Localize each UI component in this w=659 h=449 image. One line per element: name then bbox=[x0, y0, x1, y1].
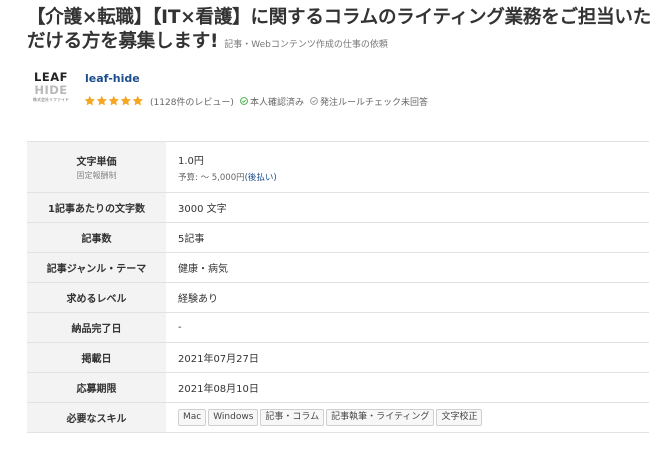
chars-per-article-label: 1記事あたりの文字数 bbox=[27, 192, 166, 223]
skill-tag[interactable]: 記事執筆・ライティング bbox=[326, 409, 435, 426]
postpay-link[interactable]: (後払い) bbox=[245, 173, 277, 183]
rule-check-text: 発注ルールチェック未回答 bbox=[319, 97, 428, 108]
level-label: 求めるレベル bbox=[27, 282, 166, 313]
logo-text-hide: HIDE bbox=[34, 82, 68, 97]
delivery-date-label: 納品完了日 bbox=[27, 312, 166, 343]
chars-per-article-value: 3000 文字 bbox=[166, 192, 649, 223]
article-count-value: 5記事 bbox=[166, 222, 649, 253]
star-icon bbox=[132, 95, 143, 106]
skill-tag[interactable]: 記事・コラム bbox=[260, 409, 325, 426]
level-value: 経験あり bbox=[166, 282, 649, 313]
table-row: 1記事あたりの文字数 3000 文字 bbox=[27, 192, 649, 223]
article-count-label: 記事数 bbox=[27, 222, 166, 253]
table-row: 文字単価 固定報酬制 1.0円 予算: 〜 5,000円(後払い) bbox=[27, 141, 649, 193]
table-row: 求めるレベル 経験あり bbox=[27, 282, 649, 313]
client-logo[interactable]: LEAF HIDE 株式会社リファイド bbox=[29, 70, 73, 110]
logo-text-leaf: LEAF bbox=[34, 70, 68, 84]
table-row: 記事数 5記事 bbox=[27, 222, 649, 253]
budget-line: 予算: 〜 5,000円(後払い) bbox=[178, 171, 649, 183]
delivery-date-value: - bbox=[166, 312, 649, 343]
skill-tag[interactable]: Mac bbox=[178, 409, 207, 426]
posted-date-value: 2021年07月27日 bbox=[166, 342, 649, 373]
logo-company-name: 株式会社リファイド bbox=[33, 97, 69, 102]
posted-date-label: 掲載日 bbox=[27, 342, 166, 373]
review-count-link[interactable]: (1128件のレビュー) bbox=[150, 95, 234, 108]
unit-price-label: 文字単価 bbox=[76, 157, 117, 168]
job-category: 記事・Webコンテンツ作成の仕事の依頼 bbox=[224, 40, 388, 50]
budget-text: 予算: 〜 5,000円 bbox=[178, 172, 245, 183]
unit-price-value: 1.0円 bbox=[178, 155, 204, 167]
row-value: 1.0円 予算: 〜 5,000円(後払い) bbox=[166, 141, 649, 193]
identity-verified-badge: 本人確認済み bbox=[240, 95, 304, 108]
skills-value: Mac Windows 記事・コラム 記事執筆・ライティング 文字校正 bbox=[166, 402, 649, 433]
client-name-link[interactable]: leaf-hide bbox=[85, 72, 140, 85]
rule-check-badge: 発注ルールチェック未回答 bbox=[310, 95, 428, 108]
deadline-value: 2021年08月10日 bbox=[166, 372, 649, 403]
table-row: 必要なスキル Mac Windows 記事・コラム 記事執筆・ライティング 文字校正 bbox=[27, 402, 649, 433]
genre-label: 記事ジャンル・テーマ bbox=[27, 252, 166, 283]
star-icon bbox=[84, 95, 95, 106]
table-row: 掲載日 2021年07月27日 bbox=[27, 342, 649, 373]
star-icon bbox=[96, 95, 107, 106]
check-circle-icon bbox=[310, 97, 318, 105]
client-rating-line: (1128件のレビュー) 本人確認済み 発注ルールチェック未回答 bbox=[84, 94, 428, 108]
deadline-label: 応募期限 bbox=[27, 372, 166, 403]
skill-tag[interactable]: Windows bbox=[208, 409, 259, 426]
star-rating bbox=[84, 95, 144, 107]
table-row: 記事ジャンル・テーマ 健康・病気 bbox=[27, 252, 649, 283]
identity-verified-text: 本人確認済み bbox=[249, 97, 304, 108]
skills-label: 必要なスキル bbox=[27, 402, 166, 433]
row-header: 文字単価 固定報酬制 bbox=[27, 141, 166, 193]
fixed-fee-label: 固定報酬制 bbox=[76, 171, 117, 180]
job-details-table: 文字単価 固定報酬制 1.0円 予算: 〜 5,000円(後払い) 1記事あたり… bbox=[27, 141, 649, 433]
star-icon bbox=[108, 95, 119, 106]
skill-tag[interactable]: 文字校正 bbox=[436, 409, 483, 426]
table-row: 納品完了日 - bbox=[27, 312, 649, 343]
table-row: 応募期限 2021年08月10日 bbox=[27, 372, 649, 403]
genre-value: 健康・病気 bbox=[166, 252, 649, 283]
check-circle-icon bbox=[240, 97, 248, 105]
job-title: 【介護×転職】【IT×看護】に関するコラムのライティング業務をご担当いただける方… bbox=[27, 6, 655, 57]
star-icon bbox=[120, 95, 131, 106]
